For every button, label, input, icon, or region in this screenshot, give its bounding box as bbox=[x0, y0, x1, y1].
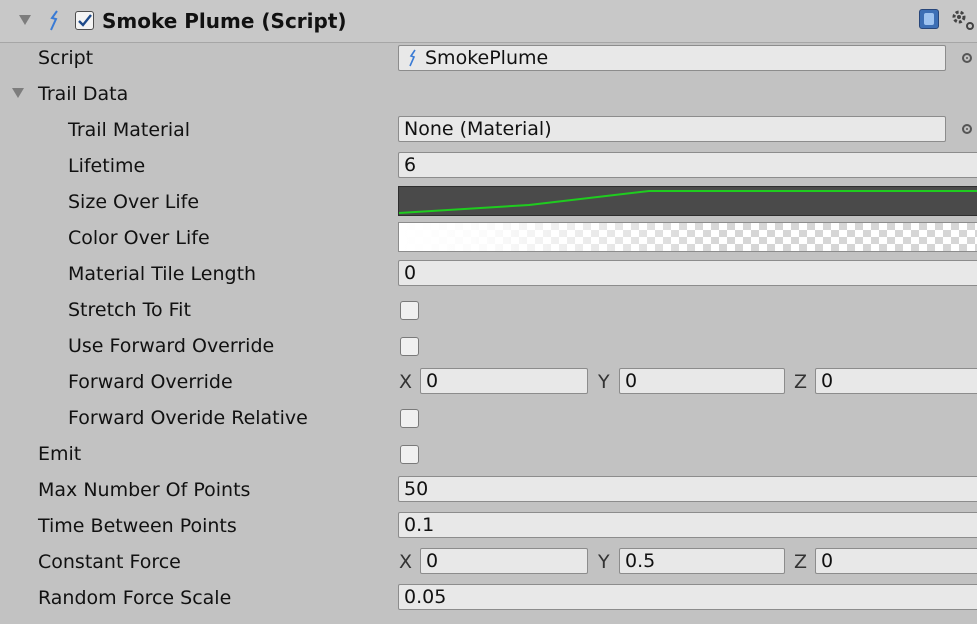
emit-checkbox[interactable] bbox=[400, 445, 419, 464]
max-number-of-points-field[interactable]: 50 bbox=[398, 476, 977, 502]
script-file-icon bbox=[409, 49, 416, 67]
script-icon bbox=[50, 10, 58, 31]
emit-label: Emit bbox=[38, 443, 82, 465]
axis-x-label: X bbox=[399, 551, 413, 573]
inspector-panel: Smoke Plume (Script) Script SmokePlume T… bbox=[0, 0, 977, 624]
stretch-to-fit-checkbox[interactable] bbox=[400, 301, 419, 320]
size-over-life-curve[interactable] bbox=[398, 186, 977, 216]
script-label: Script bbox=[38, 47, 94, 69]
lifetime-label: Lifetime bbox=[68, 155, 146, 177]
object-picker-icon[interactable] bbox=[962, 124, 972, 134]
forward-overide-relative-checkbox[interactable] bbox=[400, 409, 419, 428]
trail-material-field[interactable]: None (Material) bbox=[398, 116, 946, 142]
help-icon[interactable] bbox=[919, 9, 939, 29]
trail-data-foldout-arrow[interactable] bbox=[12, 88, 24, 98]
material-tile-length-field[interactable]: 0 bbox=[398, 260, 977, 286]
constant-force-z-field[interactable]: 0 bbox=[815, 548, 977, 574]
max-number-of-points-label: Max Number Of Points bbox=[38, 479, 251, 501]
component-header[interactable]: Smoke Plume (Script) bbox=[0, 0, 977, 43]
trail-material-label: Trail Material bbox=[68, 119, 191, 141]
forward-override-z-field[interactable]: 0 bbox=[815, 368, 977, 394]
axis-z-label: Z bbox=[794, 371, 808, 393]
size-over-life-label: Size Over Life bbox=[68, 191, 200, 213]
forward-override-label: Forward Override bbox=[68, 371, 233, 393]
component-foldout-arrow[interactable] bbox=[19, 15, 31, 25]
forward-overide-relative-label: Forward Overide Relative bbox=[68, 407, 308, 429]
color-over-life-label: Color Over Life bbox=[68, 227, 210, 249]
time-between-points-field[interactable]: 0.1 bbox=[398, 512, 977, 538]
color-over-life-gradient[interactable] bbox=[398, 222, 977, 252]
gear-icon[interactable] bbox=[950, 8, 977, 32]
constant-force-x-field[interactable]: 0 bbox=[420, 548, 588, 574]
lifetime-field[interactable]: 6 bbox=[398, 152, 977, 178]
constant-force-label: Constant Force bbox=[38, 551, 181, 573]
axis-y-label: Y bbox=[598, 551, 610, 573]
axis-z-label: Z bbox=[794, 551, 808, 573]
stretch-to-fit-label: Stretch To Fit bbox=[68, 299, 191, 321]
trail-data-label[interactable]: Trail Data bbox=[38, 82, 128, 106]
use-forward-override-checkbox[interactable] bbox=[400, 337, 419, 356]
random-force-scale-field[interactable]: 0.05 bbox=[398, 584, 977, 610]
use-forward-override-label: Use Forward Override bbox=[68, 335, 275, 357]
axis-x-label: X bbox=[399, 371, 413, 393]
curve-line bbox=[399, 190, 977, 214]
checkmark-icon bbox=[78, 14, 92, 27]
axis-y-label: Y bbox=[598, 371, 610, 393]
time-between-points-label: Time Between Points bbox=[38, 515, 237, 537]
material-tile-length-label: Material Tile Length bbox=[68, 263, 257, 285]
constant-force-y-field[interactable]: 0.5 bbox=[619, 548, 785, 574]
component-enabled-checkbox[interactable] bbox=[75, 11, 94, 30]
script-field[interactable]: SmokePlume bbox=[398, 45, 946, 71]
forward-override-x-field[interactable]: 0 bbox=[420, 368, 588, 394]
object-picker-icon[interactable] bbox=[962, 53, 972, 63]
component-title: Smoke Plume (Script) bbox=[102, 9, 347, 33]
random-force-scale-label: Random Force Scale bbox=[38, 587, 232, 609]
script-value: SmokePlume bbox=[425, 47, 549, 69]
forward-override-y-field[interactable]: 0 bbox=[619, 368, 785, 394]
